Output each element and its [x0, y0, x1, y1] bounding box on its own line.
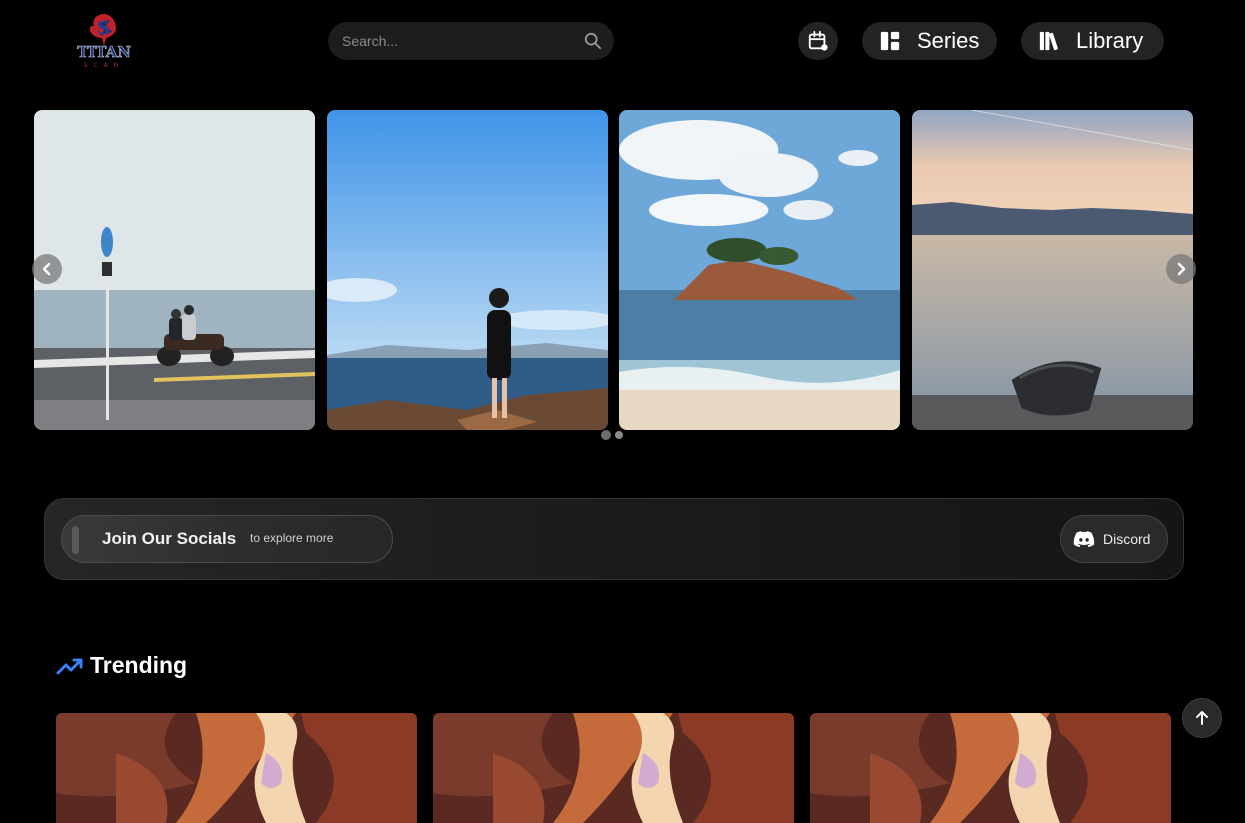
- discord-button[interactable]: Discord: [1060, 515, 1168, 563]
- library-icon: [1039, 31, 1058, 51]
- trending-card[interactable]: [810, 713, 1171, 823]
- carousel-prev-button[interactable]: [32, 254, 62, 284]
- dashboard-icon: [880, 31, 900, 51]
- calendar-icon: [808, 30, 828, 51]
- card-image-canyon: [433, 713, 794, 823]
- library-label: Library: [1076, 28, 1144, 53]
- search-icon[interactable]: [584, 32, 602, 50]
- carousel-slide[interactable]: [34, 110, 315, 430]
- arrow-up-icon: [1196, 711, 1208, 725]
- scroll-to-top-button[interactable]: [1182, 698, 1222, 738]
- carousel-slide[interactable]: [619, 110, 900, 430]
- series-label: Series: [917, 28, 980, 53]
- logo-text: TITAN: [77, 43, 131, 61]
- discord-icon: [1073, 531, 1095, 548]
- calendar-button[interactable]: [798, 22, 838, 60]
- carousel-pagination: [601, 430, 623, 440]
- library-button[interactable]: Library: [1021, 22, 1164, 60]
- join-socials-pill: Join Our Socials to explore more: [61, 515, 393, 563]
- chevron-right-icon: [1177, 262, 1186, 276]
- slide-image-motorcycle: [34, 110, 315, 430]
- search-bar: [328, 22, 614, 60]
- trending-heading: Trending: [56, 652, 187, 679]
- logo-subtext: SCAN: [83, 62, 125, 69]
- logo[interactable]: S TITAN SCAN: [72, 10, 136, 70]
- pagination-dot-active[interactable]: [601, 430, 611, 440]
- card-image-canyon: [810, 713, 1171, 823]
- trending-title: Trending: [90, 652, 188, 678]
- series-button[interactable]: Series: [862, 22, 997, 60]
- trending-card[interactable]: [433, 713, 794, 823]
- discord-label: Discord: [1103, 531, 1151, 547]
- card-image-canyon: [56, 713, 417, 823]
- svg-text:S: S: [97, 18, 110, 39]
- chevron-left-icon: [42, 262, 51, 276]
- slide-image-woman-on-rocks: [327, 110, 608, 430]
- carousel-slide[interactable]: [912, 110, 1193, 430]
- carousel-slide[interactable]: [327, 110, 608, 430]
- trending-up-icon: [56, 658, 83, 674]
- pagination-dot[interactable]: [615, 431, 623, 439]
- search-input[interactable]: [342, 31, 572, 51]
- socials-title: Join Our Socials: [102, 529, 237, 548]
- carousel-next-button[interactable]: [1166, 254, 1196, 284]
- socials-hint: to explore more: [250, 531, 334, 545]
- trending-card[interactable]: [56, 713, 417, 823]
- pill-accent-bar: [72, 526, 79, 554]
- slide-image-island-beach: [619, 110, 900, 430]
- slide-image-boat-sunset: [912, 110, 1193, 430]
- socials-banner: Join Our Socials to explore more Discord: [44, 498, 1184, 580]
